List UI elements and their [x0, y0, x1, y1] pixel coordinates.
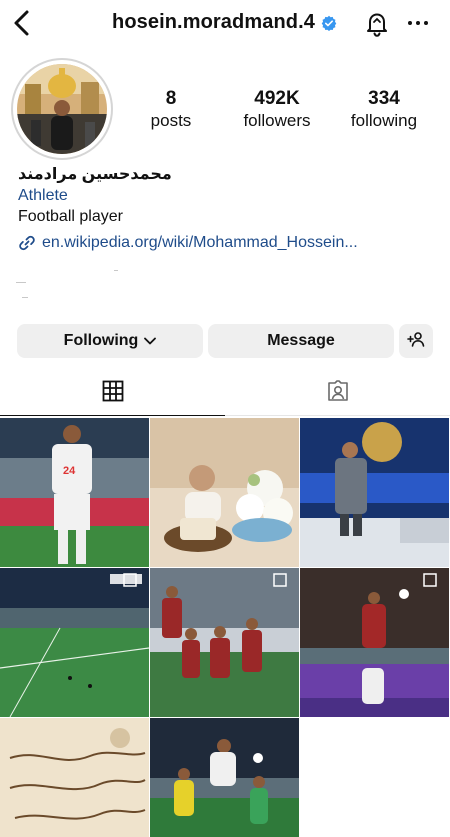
- tagged-icon: [326, 379, 350, 408]
- link-icon: [18, 234, 36, 252]
- bio-text: Football player: [18, 208, 123, 225]
- followers-count[interactable]: 492K followers: [232, 88, 322, 132]
- message-button-label: Message: [267, 332, 335, 349]
- message-button[interactable]: Message: [208, 324, 394, 358]
- post-thumbnail[interactable]: 24: [0, 418, 149, 567]
- post-thumbnail[interactable]: [0, 568, 149, 717]
- notification-bell-icon[interactable]: [364, 10, 390, 38]
- back-arrow-icon[interactable]: [10, 8, 34, 38]
- post-thumbnail[interactable]: [150, 718, 299, 837]
- bio-link-text: en.wikipedia.org/wiki/Mohammad_Hossein..…: [42, 234, 358, 251]
- followers-count-value: 492K: [254, 88, 300, 109]
- add-person-icon: [407, 331, 425, 352]
- posts-count-label: posts: [150, 111, 192, 130]
- tab-posts[interactable]: [0, 372, 225, 416]
- following-count-value: 334: [368, 88, 400, 109]
- post-thumbnail[interactable]: [150, 568, 299, 717]
- following-button[interactable]: Following: [17, 324, 203, 358]
- chevron-down-icon: [144, 332, 157, 350]
- divider-mark: [22, 297, 28, 298]
- full-name: محمدحسین مرادمند: [18, 166, 172, 183]
- svg-text:24: 24: [63, 465, 76, 477]
- followers-count-label: followers: [243, 111, 311, 130]
- post-thumbnail[interactable]: [300, 418, 449, 567]
- profile-tabs: [0, 372, 450, 416]
- following-count-label: following: [350, 111, 418, 130]
- username-title: hosein.moradmand.4: [112, 11, 315, 33]
- following-button-label: Following: [63, 332, 139, 349]
- profile-header: hosein.moradmand.4: [112, 11, 337, 34]
- suggested-people-button[interactable]: [399, 324, 433, 358]
- category-label: Athlete: [18, 187, 68, 204]
- post-thumbnail[interactable]: [300, 568, 449, 717]
- bio-link[interactable]: en.wikipedia.org/wiki/Mohammad_Hossein..…: [18, 234, 358, 252]
- posts-count: 8 posts: [126, 88, 216, 132]
- posts-count-value: 8: [165, 88, 177, 109]
- post-thumbnail[interactable]: [0, 718, 149, 837]
- verified-badge-icon: [321, 15, 337, 31]
- following-count[interactable]: 334 following: [339, 88, 429, 132]
- avatar-image: [17, 64, 107, 154]
- divider-mark: [16, 282, 26, 283]
- post-thumbnail[interactable]: [150, 418, 299, 567]
- posts-grid-icon: [102, 380, 124, 407]
- tab-tagged[interactable]: [225, 372, 450, 416]
- profile-avatar[interactable]: [11, 58, 113, 160]
- divider-mark: [114, 270, 118, 271]
- top-bar: hosein.moradmand.4: [0, 0, 450, 48]
- more-options-icon[interactable]: [405, 12, 431, 34]
